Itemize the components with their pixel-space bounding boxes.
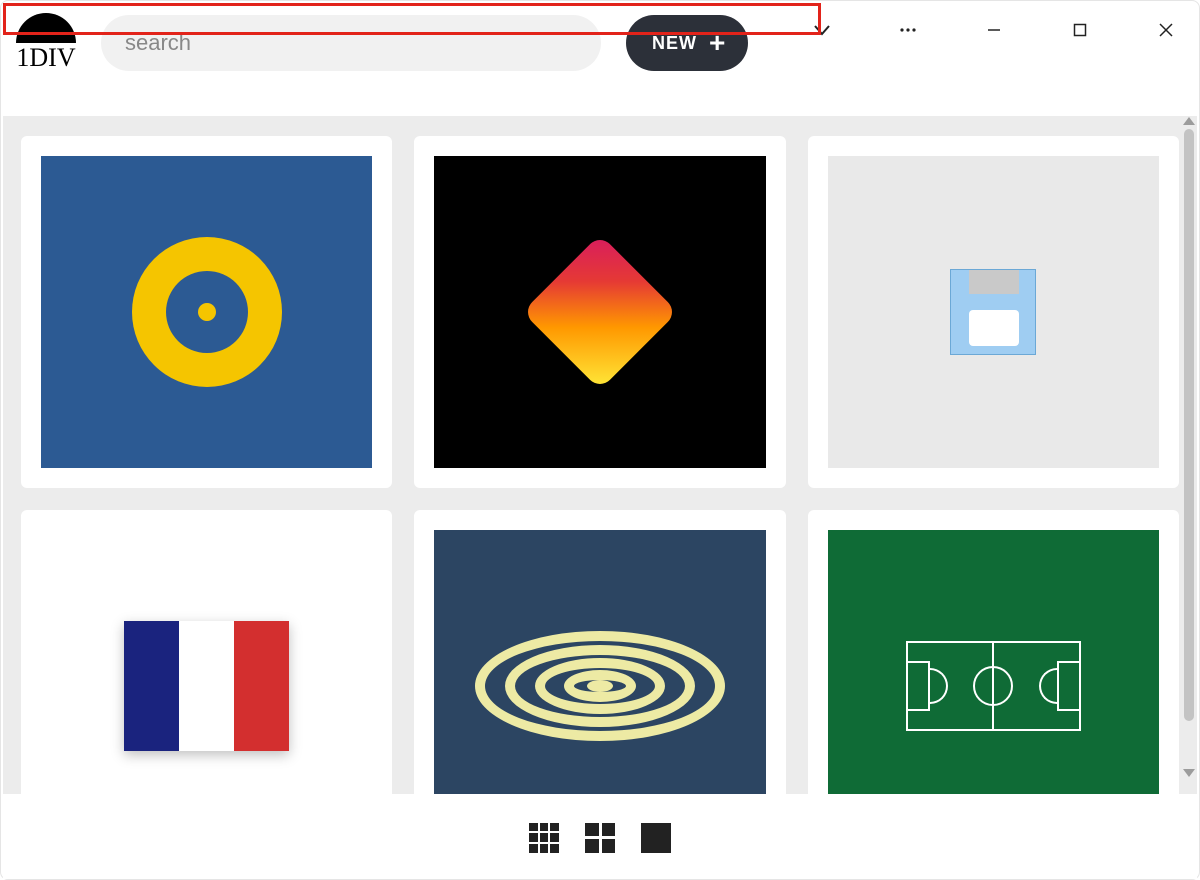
artwork-soccer-pitch <box>828 530 1159 794</box>
new-button[interactable]: NEW + <box>626 15 748 71</box>
gallery-card[interactable] <box>21 510 392 794</box>
logo-text: 1DIV <box>16 43 75 73</box>
view-large-button[interactable] <box>641 823 671 853</box>
artwork-ellipses <box>434 530 765 794</box>
scroll-thumb[interactable] <box>1184 129 1194 721</box>
gallery-card[interactable] <box>808 510 1179 794</box>
gallery-scroll-area <box>3 116 1197 794</box>
gallery-card[interactable] <box>808 136 1179 488</box>
gallery-card[interactable] <box>21 136 392 488</box>
artwork-gradient-diamond <box>434 156 765 468</box>
gallery-card[interactable] <box>414 136 785 488</box>
search-input[interactable] <box>125 30 577 56</box>
view-toolbar <box>3 796 1197 879</box>
chevron-down-icon[interactable] <box>799 10 845 50</box>
gallery-grid <box>21 136 1179 794</box>
artwork-french-flag <box>41 530 372 794</box>
artwork-floppy-disk <box>828 156 1159 468</box>
app-logo: 1DIV <box>16 13 76 73</box>
view-small-grid-button[interactable] <box>529 823 559 853</box>
plus-icon: + <box>709 29 726 57</box>
view-medium-grid-button[interactable] <box>585 823 615 853</box>
logo-icon <box>16 13 76 43</box>
search-field[interactable] <box>101 15 601 71</box>
close-button[interactable] <box>1143 10 1189 50</box>
maximize-button[interactable] <box>1057 10 1103 50</box>
minimize-button[interactable] <box>971 10 1017 50</box>
scroll-up-icon[interactable] <box>1183 117 1195 125</box>
artwork-yellow-ring <box>41 156 372 468</box>
scrollbar[interactable] <box>1181 117 1197 777</box>
gallery-card[interactable] <box>414 510 785 794</box>
new-button-label: NEW <box>652 33 697 54</box>
more-icon[interactable] <box>885 10 931 50</box>
scroll-down-icon[interactable] <box>1183 769 1195 777</box>
